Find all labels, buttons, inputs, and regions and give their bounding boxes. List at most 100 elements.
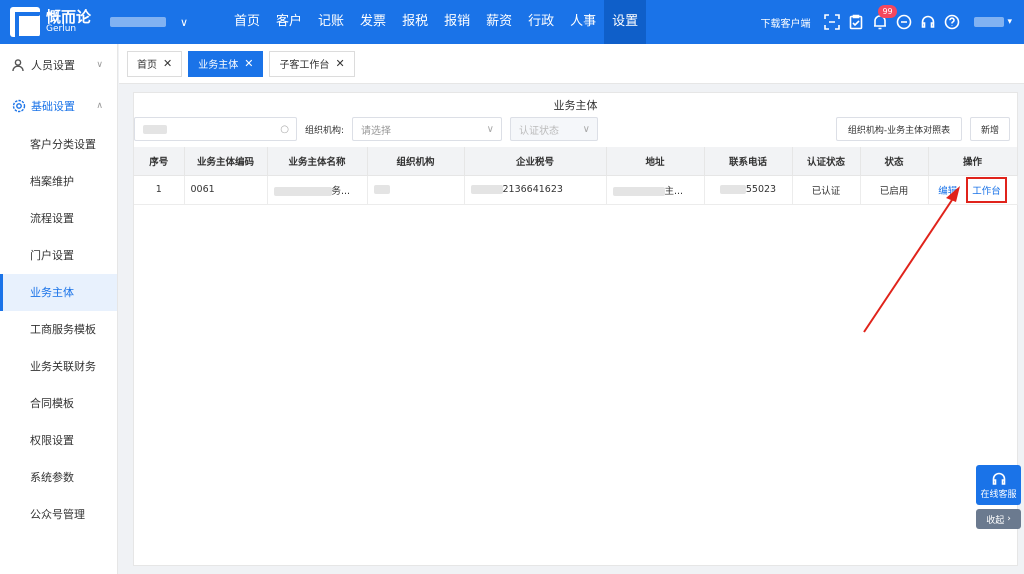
user-menu[interactable]: ▾ bbox=[974, 17, 1012, 27]
sidebar-item-contract-template[interactable]: 合同模板 bbox=[0, 385, 117, 422]
filter-bar: ○ 组织机构: 请选择 ∨ 认证状态 ∨ 组织机构-业务主体对照表 新增 bbox=[134, 117, 1017, 143]
chevron-up-icon: ∧ bbox=[96, 100, 103, 111]
caret-down-icon: ▾ bbox=[1007, 17, 1012, 27]
cell-status: 已启用 bbox=[860, 175, 929, 205]
bell-icon[interactable]: 99 bbox=[872, 5, 897, 30]
logo-icon bbox=[10, 7, 43, 40]
auth-status-select[interactable]: 认证状态 ∨ bbox=[510, 117, 598, 141]
redacted-text bbox=[273, 186, 332, 196]
page-title: 业务主体 bbox=[553, 99, 598, 112]
col-header: 状态 bbox=[860, 147, 929, 176]
nav-tax[interactable]: 报税 bbox=[394, 0, 436, 44]
table-header-row: 序号 业务主体编码 业务主体名称 组织机构 企业税号 地址 联系电话 认证状态 … bbox=[134, 147, 1018, 176]
table-row[interactable]: 1 0061 务... 2136641623 主... 55023 已认证 已启… bbox=[134, 175, 1018, 205]
collapse-label: 收起 bbox=[986, 515, 1005, 526]
online-service-button[interactable]: 在线客服 bbox=[976, 465, 1021, 505]
nav-hr[interactable]: 人事 bbox=[562, 0, 604, 44]
sidebar-item-permissions[interactable]: 权限设置 bbox=[0, 422, 117, 459]
clipboard-check-icon[interactable] bbox=[848, 14, 864, 30]
search-icon[interactable]: ○ bbox=[280, 124, 289, 135]
tab-strip: 首页 ✕ 业务主体 ✕ 子客工作台 ✕ bbox=[119, 44, 1024, 84]
nav-home[interactable]: 首页 bbox=[226, 0, 268, 44]
sidebar-item-archive[interactable]: 档案维护 bbox=[0, 163, 117, 200]
nav-customer[interactable]: 客户 bbox=[268, 0, 310, 44]
logo[interactable]: 慨而论 Gerlun bbox=[10, 7, 100, 40]
notification-badge: 99 bbox=[878, 5, 897, 18]
search-input[interactable]: ○ bbox=[134, 117, 297, 141]
cell-tax-id: 2136641623 bbox=[464, 175, 607, 205]
org-label: 组织机构: bbox=[305, 126, 345, 136]
edit-link[interactable]: 编辑 bbox=[938, 186, 957, 197]
nav-admin[interactable]: 行政 bbox=[520, 0, 562, 44]
col-header: 业务主体名称 bbox=[267, 147, 368, 176]
nav-settings[interactable]: 设置 bbox=[604, 0, 647, 44]
cell-index: 1 bbox=[134, 175, 185, 205]
business-entity-table: 序号 业务主体编码 业务主体名称 组织机构 企业税号 地址 联系电话 认证状态 … bbox=[134, 147, 1018, 205]
brand-sub: Gerlun bbox=[46, 24, 77, 34]
nav-bookkeeping[interactable]: 记账 bbox=[310, 0, 352, 44]
col-header: 操作 bbox=[928, 147, 1018, 176]
top-bar: 慨而论 Gerlun ∨ 首页 客户 记账 发票 报税 报销 薪资 行政 人事 … bbox=[0, 0, 1024, 44]
chevron-down-icon: ∨ bbox=[96, 59, 103, 70]
cell-actions: 编辑 工作台 bbox=[928, 175, 1018, 205]
close-icon[interactable]: ✕ bbox=[335, 57, 344, 70]
org-select[interactable]: 请选择 ∨ bbox=[352, 117, 502, 141]
tab-label: 子客工作台 bbox=[279, 60, 330, 71]
close-icon[interactable]: ✕ bbox=[244, 57, 253, 70]
username-redacted bbox=[974, 17, 1005, 27]
col-header: 企业税号 bbox=[464, 147, 607, 176]
cell-org bbox=[367, 175, 465, 205]
redacted-text bbox=[373, 185, 390, 194]
brand-name: 慨而论 bbox=[46, 8, 92, 26]
sidebar-group-label: 人员设置 bbox=[31, 58, 75, 72]
col-header: 序号 bbox=[134, 147, 185, 176]
col-header: 联系电话 bbox=[704, 147, 793, 176]
sidebar-item-customer-category[interactable]: 客户分类设置 bbox=[0, 126, 117, 163]
cell-address: 主... bbox=[606, 175, 705, 205]
sidebar-item-system-params[interactable]: 系统参数 bbox=[0, 459, 117, 496]
headset-icon[interactable] bbox=[920, 14, 936, 30]
scan-icon[interactable] bbox=[824, 14, 841, 30]
sidebar-item-portal[interactable]: 门户设置 bbox=[0, 237, 117, 274]
org-placeholder: 请选择 bbox=[361, 125, 391, 137]
sidebar-item-business-template[interactable]: 工商服务模板 bbox=[0, 311, 117, 348]
nav-salary[interactable]: 薪资 bbox=[478, 0, 520, 44]
chevron-right-icon: › bbox=[1007, 514, 1011, 524]
gear-icon bbox=[12, 99, 26, 113]
sidebar-item-finance-link[interactable]: 业务关联财务 bbox=[0, 348, 117, 385]
nav-reimburse[interactable]: 报销 bbox=[436, 0, 478, 44]
org-entity-report-button[interactable]: 组织机构-业务主体对照表 bbox=[836, 117, 962, 141]
tab-label: 首页 bbox=[137, 60, 157, 71]
nav-invoice[interactable]: 发票 bbox=[352, 0, 394, 44]
content-panel: 业务主体 ○ 组织机构: 请选择 ∨ 认证状态 ∨ 组织机构-业务主体对照表 新… bbox=[133, 92, 1018, 566]
collapse-button[interactable]: 收起 › bbox=[976, 509, 1021, 529]
tab-label: 业务主体 bbox=[198, 60, 239, 71]
main-nav: 首页 客户 记账 发票 报税 报销 薪资 行政 人事 设置 bbox=[226, 0, 647, 44]
tab-home[interactable]: 首页 ✕ bbox=[127, 50, 183, 77]
redacted-text bbox=[470, 185, 503, 194]
tab-business-entity[interactable]: 业务主体 ✕ bbox=[188, 50, 264, 77]
col-header: 组织机构 bbox=[367, 147, 465, 176]
sidebar-item-business-entity[interactable]: 业务主体 bbox=[0, 274, 117, 311]
person-icon bbox=[12, 58, 26, 72]
sidebar-group-basic[interactable]: 基础设置 ∧ bbox=[0, 85, 117, 126]
add-button[interactable]: 新增 bbox=[970, 117, 1010, 141]
workbench-link[interactable]: 工作台 bbox=[972, 186, 1001, 197]
company-name-redacted bbox=[110, 17, 166, 27]
col-header: 业务主体编码 bbox=[184, 147, 268, 176]
status-placeholder: 认证状态 bbox=[519, 125, 559, 137]
message-icon[interactable] bbox=[896, 14, 912, 30]
col-header: 地址 bbox=[606, 147, 705, 176]
download-client-link[interactable]: 下载客户端 bbox=[760, 15, 810, 30]
cell-auth-status: 已认证 bbox=[792, 175, 861, 205]
sidebar-item-wechat[interactable]: 公众号管理 bbox=[0, 496, 117, 533]
sidebar-group-personnel[interactable]: 人员设置 ∨ bbox=[0, 44, 117, 85]
company-switcher[interactable]: ∨ bbox=[110, 16, 212, 29]
cell-name: 务... bbox=[267, 175, 368, 205]
help-icon[interactable] bbox=[944, 14, 960, 30]
close-icon[interactable]: ✕ bbox=[163, 57, 172, 70]
tab-sub-workbench[interactable]: 子客工作台 ✕ bbox=[269, 50, 355, 77]
online-service-label: 在线客服 bbox=[980, 489, 1017, 500]
col-header: 认证状态 bbox=[792, 147, 861, 176]
sidebar-item-workflow[interactable]: 流程设置 bbox=[0, 200, 117, 237]
